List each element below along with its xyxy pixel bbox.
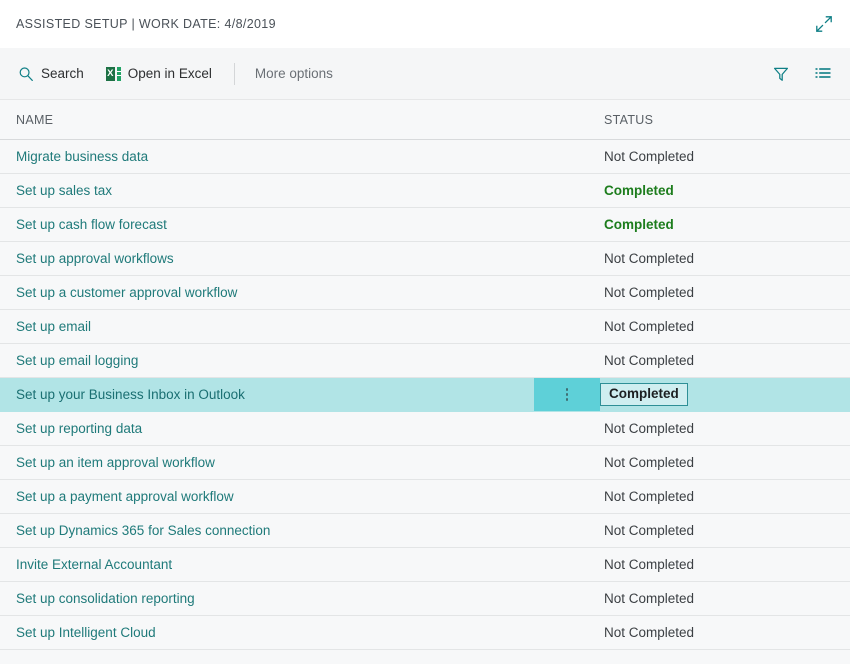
setup-name-link[interactable]: Set up Intelligent Cloud bbox=[16, 625, 604, 640]
column-header-status[interactable]: STATUS bbox=[604, 113, 834, 127]
grid-body: Migrate business dataNot CompletedSet up… bbox=[0, 140, 850, 650]
status-value[interactable]: Not Completed bbox=[604, 421, 834, 436]
expand-diagonal-icon bbox=[815, 15, 833, 33]
page-title: ASSISTED SETUP | WORK DATE: 4/8/2019 bbox=[16, 17, 276, 31]
table-row[interactable]: Set up consolidation reportingNot Comple… bbox=[0, 582, 850, 616]
setup-name-link[interactable]: Set up sales tax bbox=[16, 183, 604, 198]
filter-button[interactable] bbox=[768, 61, 794, 87]
row-actions-menu-button[interactable] bbox=[534, 378, 600, 411]
setup-name-link[interactable]: Set up Dynamics 365 for Sales connection bbox=[16, 523, 604, 538]
grid-header-row: NAME STATUS bbox=[0, 100, 850, 140]
table-row[interactable]: Set up cash flow forecastCompleted bbox=[0, 208, 850, 242]
status-value[interactable]: Not Completed bbox=[604, 523, 834, 538]
setup-name-link[interactable]: Set up email logging bbox=[16, 353, 604, 368]
status-value[interactable]: Not Completed bbox=[604, 557, 834, 572]
toolbar: Search X Open in Excel More options bbox=[0, 48, 850, 100]
status-value[interactable]: Not Completed bbox=[604, 353, 834, 368]
list-view-button[interactable] bbox=[810, 61, 836, 87]
setup-name-link[interactable]: Set up a customer approval workflow bbox=[16, 285, 604, 300]
more-options-button[interactable]: More options bbox=[253, 61, 341, 86]
status-value[interactable]: Not Completed bbox=[604, 625, 834, 640]
column-header-name[interactable]: NAME bbox=[16, 113, 604, 127]
search-button[interactable]: Search bbox=[16, 61, 92, 87]
expand-window-button[interactable] bbox=[811, 11, 837, 37]
table-row[interactable]: Set up reporting dataNot Completed bbox=[0, 412, 850, 446]
table-row[interactable]: Set up Intelligent CloudNot Completed bbox=[0, 616, 850, 650]
filter-funnel-icon bbox=[772, 65, 790, 83]
window-title-bar: ASSISTED SETUP | WORK DATE: 4/8/2019 bbox=[0, 0, 850, 48]
setup-name-link[interactable]: Set up approval workflows bbox=[16, 251, 604, 266]
setup-name-link[interactable]: Set up an item approval workflow bbox=[16, 455, 604, 470]
status-value[interactable]: Not Completed bbox=[604, 455, 834, 470]
setup-name-link[interactable]: Set up consolidation reporting bbox=[16, 591, 604, 606]
table-row[interactable]: Set up Dynamics 365 for Sales connection… bbox=[0, 514, 850, 548]
table-row[interactable]: Invite External AccountantNot Completed bbox=[0, 548, 850, 582]
table-row[interactable]: Set up a customer approval workflowNot C… bbox=[0, 276, 850, 310]
table-row[interactable]: Set up an item approval workflowNot Comp… bbox=[0, 446, 850, 480]
setup-name-link[interactable]: Set up reporting data bbox=[16, 421, 604, 436]
status-value[interactable]: Not Completed bbox=[604, 319, 834, 334]
table-row[interactable]: Set up your Business Inbox in Outlook Com… bbox=[0, 378, 850, 412]
setup-name-link[interactable]: Invite External Accountant bbox=[16, 557, 604, 572]
status-value[interactable]: Not Completed bbox=[604, 251, 834, 266]
list-lines-icon bbox=[814, 65, 832, 83]
toolbar-right-actions bbox=[768, 61, 836, 87]
status-value[interactable]: Completed bbox=[604, 183, 834, 198]
open-in-excel-label: Open in Excel bbox=[128, 66, 212, 81]
setup-name-link[interactable]: Set up email bbox=[16, 319, 604, 334]
search-label: Search bbox=[41, 66, 84, 81]
open-in-excel-button[interactable]: X Open in Excel bbox=[104, 61, 220, 87]
vertical-ellipsis-icon bbox=[566, 388, 569, 401]
table-row[interactable]: Set up emailNot Completed bbox=[0, 310, 850, 344]
assisted-setup-grid: NAME STATUS Migrate business dataNot Com… bbox=[0, 100, 850, 664]
status-value[interactable]: Not Completed bbox=[604, 489, 834, 504]
toolbar-divider bbox=[234, 63, 235, 85]
excel-icon-glyph: X bbox=[106, 67, 115, 81]
excel-icon-grid bbox=[117, 67, 121, 81]
table-row[interactable]: Set up a payment approval workflowNot Co… bbox=[0, 480, 850, 514]
setup-name-link[interactable]: Set up a payment approval workflow bbox=[16, 489, 604, 504]
status-value[interactable]: Not Completed bbox=[604, 149, 834, 164]
status-value: Completed bbox=[600, 383, 688, 407]
status-value[interactable]: Completed bbox=[604, 217, 834, 232]
setup-name-link[interactable]: Migrate business data bbox=[16, 149, 604, 164]
status-value[interactable]: Not Completed bbox=[604, 285, 834, 300]
table-row[interactable]: Set up approval workflowsNot Completed bbox=[0, 242, 850, 276]
search-icon bbox=[18, 66, 34, 82]
table-row[interactable]: Migrate business dataNot Completed bbox=[0, 140, 850, 174]
setup-name-link[interactable]: Set up your Business Inbox in Outlook bbox=[16, 387, 534, 402]
status-value[interactable]: Not Completed bbox=[604, 591, 834, 606]
table-row[interactable]: Set up email loggingNot Completed bbox=[0, 344, 850, 378]
excel-icon: X bbox=[106, 66, 121, 82]
more-options-label: More options bbox=[255, 66, 333, 81]
table-row[interactable]: Set up sales taxCompleted bbox=[0, 174, 850, 208]
setup-name-link[interactable]: Set up cash flow forecast bbox=[16, 217, 604, 232]
status-cell-focused[interactable]: Completed bbox=[600, 381, 834, 408]
